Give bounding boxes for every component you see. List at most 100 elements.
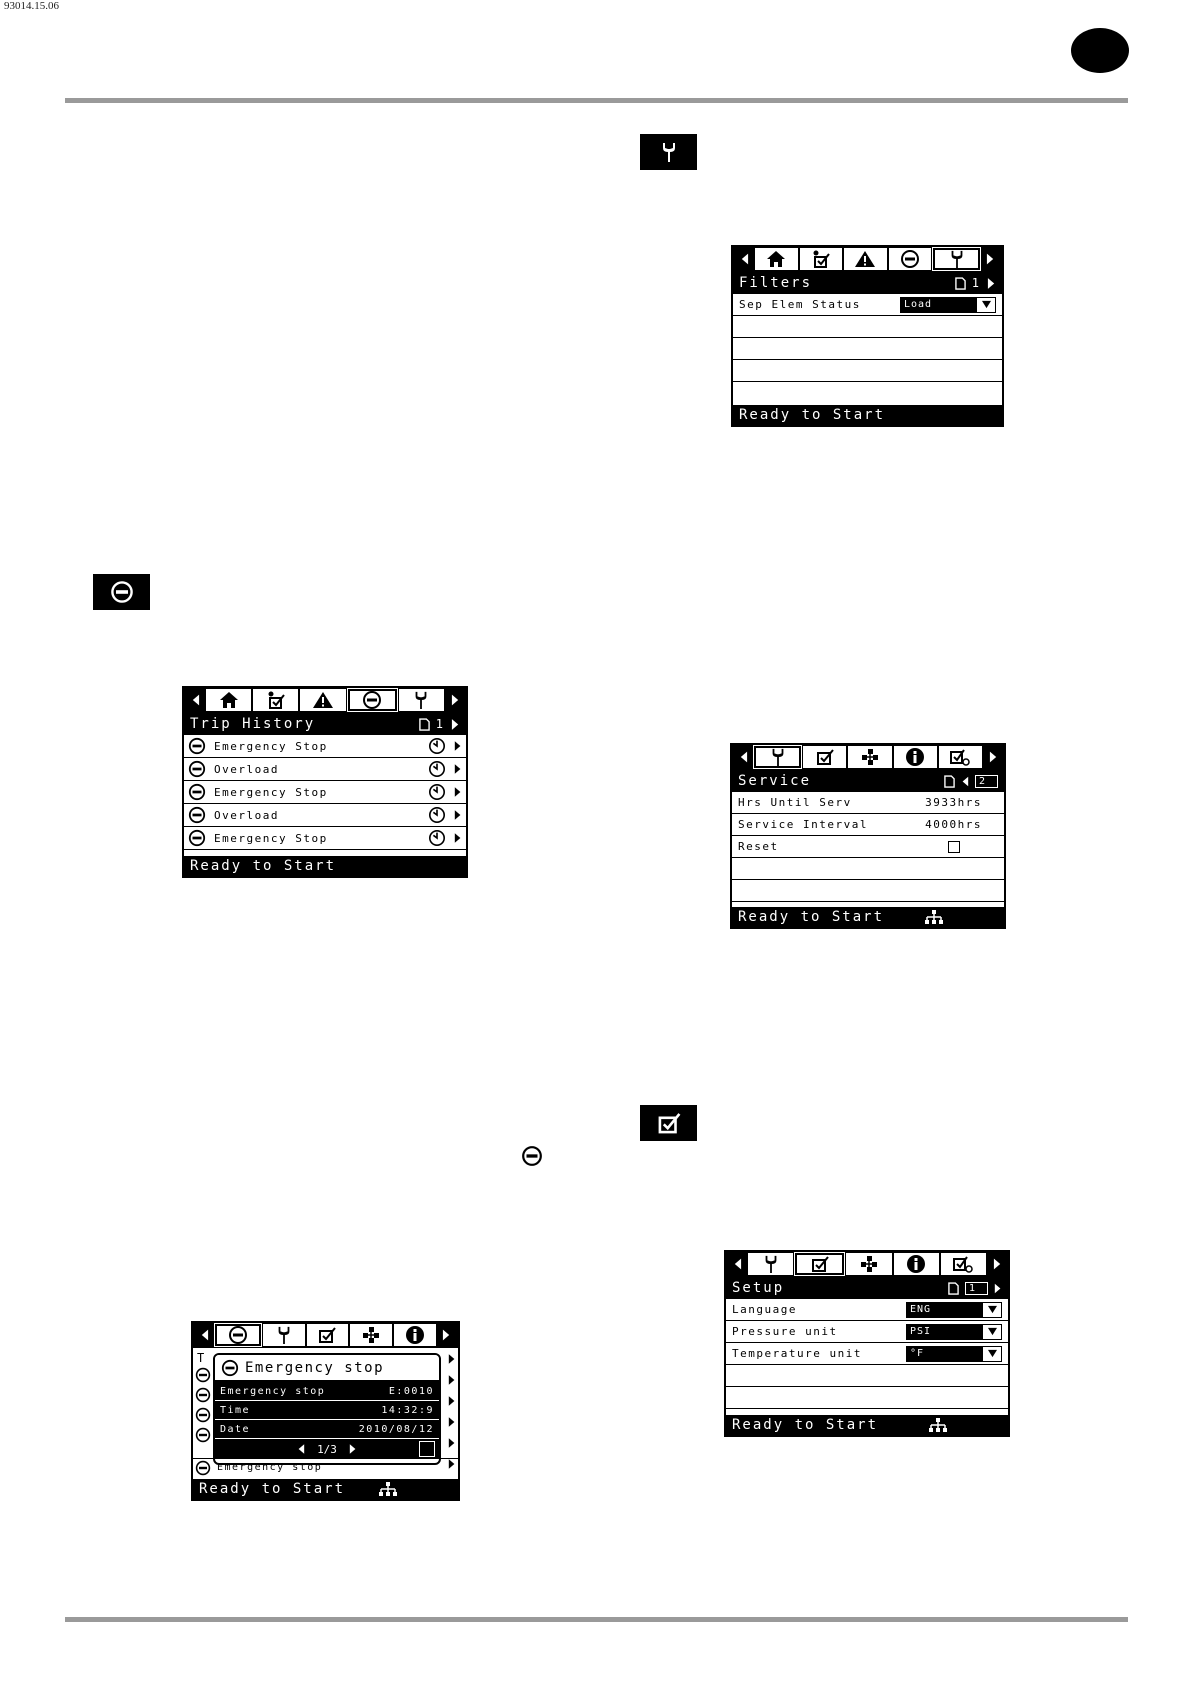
tab-scroll-left[interactable] [735, 248, 753, 270]
row-label: Emergency stop [220, 1385, 326, 1397]
tab-maintenance[interactable] [748, 1253, 794, 1275]
tab-scroll-left[interactable] [728, 1253, 746, 1275]
tab-maintenance[interactable] [398, 689, 445, 711]
tab-info[interactable] [893, 746, 937, 768]
page-prev-icon[interactable] [961, 775, 969, 788]
row-value: 4000hrs [925, 818, 982, 831]
tab-setup[interactable] [794, 1252, 846, 1276]
wrench-icon [275, 1325, 293, 1345]
trip-label: Overload [214, 762, 279, 776]
stop-inline-icon [521, 1145, 543, 1167]
dropdown-value: PSI [910, 1326, 932, 1337]
wrench-icon [769, 747, 787, 767]
list-item[interactable]: Emergency Stop [184, 781, 466, 804]
tab-trips[interactable] [214, 1323, 262, 1347]
stop-icon [188, 760, 206, 778]
tab-network[interactable] [350, 1324, 393, 1346]
status-text: Ready to Start [738, 909, 885, 925]
warning-icon [312, 691, 334, 709]
popup-row-date: Date 2010/08/12 [215, 1420, 439, 1439]
popup-header: Emergency stop [215, 1355, 439, 1382]
trip-label: Overload [214, 808, 279, 822]
list-item[interactable]: Overload [184, 804, 466, 827]
pager-prev-icon[interactable] [297, 1443, 305, 1455]
setup-titlebar: Setup 1 [726, 1277, 1008, 1299]
tab-operator[interactable] [253, 689, 299, 711]
page-number: 2 [974, 774, 998, 788]
row-label: Date [220, 1423, 251, 1435]
tab-scroll-right[interactable] [446, 689, 465, 711]
empty-row [732, 858, 1004, 880]
service-titlebar: Service 2 [732, 770, 1004, 792]
list-item[interactable]: Overload [184, 758, 466, 781]
pressure-unit-row: Pressure unit PSI [726, 1321, 1008, 1343]
tab-scroll-left[interactable] [186, 689, 204, 711]
list-item[interactable]: Emergency Stop [184, 827, 466, 850]
empty-row [726, 1365, 1008, 1387]
tab-network[interactable] [846, 1253, 892, 1275]
page-number: 1 [435, 717, 445, 731]
network-icon [926, 1417, 950, 1433]
row-value: 2010/08/12 [358, 1423, 434, 1435]
row-label: Time [220, 1404, 251, 1416]
tab-scroll-right[interactable] [984, 746, 1003, 768]
service-interval-row: Service Interval 4000hrs [732, 814, 1004, 836]
tab-info[interactable] [893, 1253, 939, 1275]
page-next-icon[interactable] [451, 718, 460, 731]
page-next-icon[interactable] [994, 1282, 1002, 1295]
tab-maintenance[interactable] [262, 1324, 305, 1346]
page-title: Setup [732, 1280, 785, 1296]
tab-trips[interactable] [888, 248, 932, 270]
reset-checkbox[interactable] [948, 840, 960, 853]
list-item[interactable]: Emergency Stop [184, 735, 466, 758]
wrench-section-icon [640, 134, 697, 170]
trip-tab-bar [184, 688, 466, 713]
page-next-icon[interactable] [987, 277, 996, 290]
tab-config[interactable] [938, 746, 983, 768]
tab-trips[interactable] [346, 688, 398, 712]
chevron-right-icon [454, 740, 462, 752]
popup-row-time: Time 14:32:9 [215, 1401, 439, 1420]
chevron-right-icon [448, 1437, 456, 1449]
sep-elem-status-dropdown[interactable]: Load [900, 296, 996, 313]
stop-icon [195, 1367, 211, 1383]
row-label: Language [732, 1303, 797, 1316]
warning-icon [854, 250, 876, 268]
tab-scroll-left[interactable] [195, 1324, 213, 1346]
tab-warnings[interactable] [300, 689, 346, 711]
setup-tab-bar [726, 1252, 1008, 1277]
stop-section-icon [93, 574, 150, 610]
tab-maintenance[interactable] [932, 247, 981, 271]
tab-maintenance[interactable] [752, 745, 803, 769]
chevron-down-icon [983, 1324, 1001, 1339]
page-icon [419, 718, 430, 731]
clock-icon [428, 806, 446, 824]
info-icon [905, 747, 925, 767]
tab-config[interactable] [940, 1253, 987, 1275]
wrench-icon [948, 249, 966, 269]
temperature-unit-dropdown[interactable]: °F [906, 1345, 1002, 1362]
close-icon[interactable] [419, 1441, 435, 1457]
tab-scroll-right[interactable] [437, 1324, 456, 1346]
tab-network[interactable] [848, 746, 892, 768]
tab-scroll-right[interactable] [981, 248, 1000, 270]
row-label: Hrs Until Serv [738, 796, 852, 809]
tab-scroll-right[interactable] [988, 1253, 1007, 1275]
tab-setup[interactable] [306, 1324, 349, 1346]
checkbox-icon [810, 1255, 830, 1273]
trip-label: Emergency Stop [214, 831, 328, 845]
pressure-unit-dropdown[interactable]: PSI [906, 1323, 1002, 1340]
tab-warnings[interactable] [844, 248, 887, 270]
page-number: 1 [971, 276, 981, 290]
tab-home[interactable] [206, 689, 252, 711]
tab-info[interactable] [394, 1324, 436, 1346]
tab-setup[interactable] [803, 746, 847, 768]
tab-operator[interactable] [799, 248, 843, 270]
row-value: 3933hrs [925, 796, 982, 809]
empty-row [726, 1387, 1008, 1409]
tab-scroll-left[interactable] [734, 746, 752, 768]
pager-next-icon[interactable] [349, 1443, 357, 1455]
tab-home[interactable] [755, 248, 798, 270]
chevron-down-icon [977, 297, 995, 312]
language-dropdown[interactable]: ENG [906, 1301, 1002, 1318]
